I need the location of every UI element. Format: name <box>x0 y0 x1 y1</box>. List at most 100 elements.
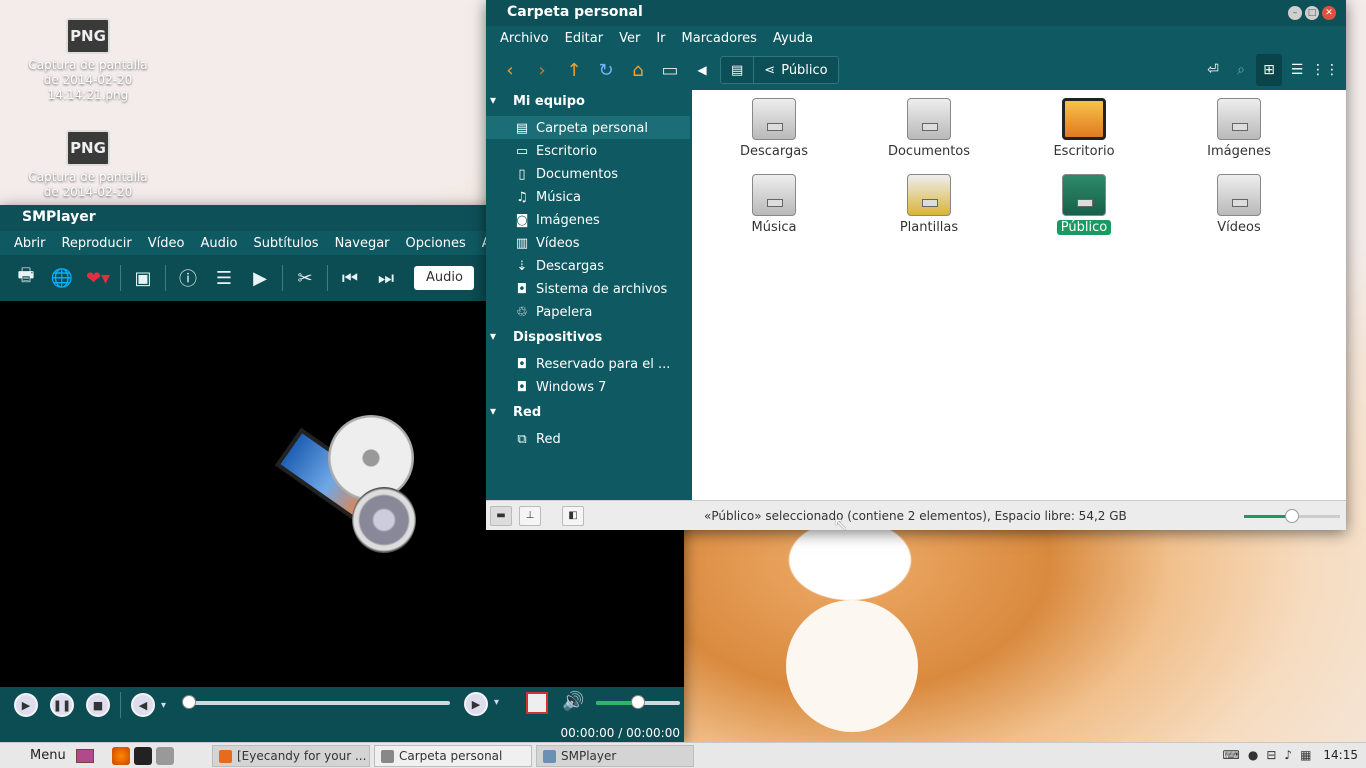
preferences-icon[interactable]: ✂ <box>287 263 323 293</box>
terminal-icon[interactable] <box>134 746 152 765</box>
youtube-icon[interactable]: ▶ <box>242 263 278 293</box>
menu-ayuda[interactable]: Ayuda <box>765 31 821 46</box>
zoom-handle[interactable] <box>1285 509 1299 523</box>
task-smplayer[interactable]: SMPlayer <box>536 745 694 767</box>
user-icon[interactable]: ● <box>1248 748 1258 762</box>
computer-icon[interactable]: ▭ <box>654 55 686 85</box>
icon-view-icon[interactable]: ⊞ <box>1256 54 1282 86</box>
volume-handle[interactable] <box>631 695 645 709</box>
rewind-menu-icon[interactable]: ▾ <box>161 700 166 711</box>
file-item-videos[interactable]: Vídeos <box>1179 174 1299 235</box>
search-icon[interactable]: ⌕ <box>1228 54 1254 86</box>
task-carpeta-personal[interactable]: Carpeta personal <box>374 745 532 767</box>
sidebar-item-papelera[interactable]: ♲ Papelera <box>486 300 690 323</box>
sidebar-item-windows-7[interactable]: ◘ Windows 7 <box>486 375 690 398</box>
keyboard-icon[interactable]: ⌨ <box>1223 748 1240 762</box>
path-public[interactable]: ⋖ Público <box>753 57 837 83</box>
audio-track-combo[interactable]: Audio <box>414 266 474 290</box>
seek-bar[interactable] <box>186 701 450 705</box>
menu-marcadores[interactable]: Marcadores <box>674 31 765 46</box>
fullscreen-icon[interactable] <box>526 692 548 714</box>
next-icon[interactable]: ⏭ <box>368 263 404 293</box>
file-item-plantillas[interactable]: Plantillas <box>869 174 989 235</box>
close-icon[interactable]: ✕ <box>1322 6 1336 20</box>
info-icon[interactable]: ⓘ <box>170 263 206 293</box>
desktop-file-2[interactable]: PNG Captura de pantalla de 2014-02-20 <box>28 130 148 200</box>
desktop-file-1[interactable]: PNG Captura de pantalla de 2014-02-20 14… <box>28 18 148 103</box>
menu-audio[interactable]: Audio <box>192 236 245 251</box>
sidebar-item-carpeta-personal[interactable]: ▤ Carpeta personal <box>486 116 690 139</box>
sidebar-section-red[interactable]: Red <box>486 401 690 427</box>
sidebar-item-red[interactable]: ⧉ Red <box>486 427 690 450</box>
path-home-icon[interactable]: ▤ <box>721 57 753 83</box>
back-icon[interactable]: ‹ <box>494 55 526 85</box>
sidebar-section-dispositivos[interactable]: Dispositivos <box>486 326 690 352</box>
sidebar-item-videos[interactable]: ▥ Vídeos <box>486 231 690 254</box>
display-icon[interactable]: ▦ <box>1300 748 1311 762</box>
sidebar-toggle-icon[interactable]: ◧ <box>562 506 584 526</box>
list-view-icon[interactable]: ☰ <box>1284 54 1310 86</box>
places-toggle-icon[interactable]: ▬ <box>490 506 512 526</box>
playlist-icon[interactable]: ☰ <box>206 263 242 293</box>
rewind-icon[interactable]: ◀ <box>131 693 155 717</box>
menu-reproducir[interactable]: Reproducir <box>53 236 139 251</box>
stop-icon[interactable]: ■ <box>86 693 110 717</box>
menu-navegar[interactable]: Navegar <box>327 236 398 251</box>
menu-subtitulos[interactable]: Subtítulos <box>245 236 326 251</box>
play-icon[interactable]: ▶ <box>14 693 38 717</box>
favorites-icon[interactable]: ❤▾ <box>80 263 116 293</box>
documents-folder-icon <box>907 98 951 140</box>
sidebar-item-reservado[interactable]: ◘ Reservado para el ... <box>486 352 690 375</box>
file-manager-window[interactable]: Carpeta personal – □ ✕ Archivo Editar Ve… <box>486 0 1346 530</box>
seek-handle[interactable] <box>182 695 196 709</box>
file-item-descargas[interactable]: Descargas <box>714 98 834 159</box>
sidebar-item-musica[interactable]: ♫ Música <box>486 185 690 208</box>
sidebar-item-sistema-de-archivos[interactable]: ◘ Sistema de archivos <box>486 277 690 300</box>
up-icon[interactable]: ↑ <box>558 55 590 85</box>
menu-editar[interactable]: Editar <box>557 31 612 46</box>
fm-title[interactable]: Carpeta personal <box>486 0 1346 26</box>
menu-ver[interactable]: Ver <box>611 31 648 46</box>
menu-abrir[interactable]: Abrir <box>6 236 53 251</box>
menu-video[interactable]: Vídeo <box>140 236 193 251</box>
network-icon[interactable]: ⊟ <box>1266 748 1276 762</box>
forward-menu-icon[interactable]: ▾ <box>494 697 499 708</box>
sidebar-item-documentos[interactable]: ▯ Documentos <box>486 162 690 185</box>
volume-icon[interactable]: 🔊 <box>562 691 584 712</box>
volume-icon[interactable]: ♪ <box>1284 748 1292 762</box>
clock[interactable]: 14:15 <box>1323 748 1358 762</box>
firefox-icon[interactable] <box>112 746 130 765</box>
start-menu-button[interactable]: Menu <box>0 743 106 768</box>
menu-opciones[interactable]: Opciones <box>398 236 474 251</box>
file-item-publico[interactable]: Público <box>1024 174 1144 235</box>
menu-ir[interactable]: Ir <box>648 31 673 46</box>
compact-view-icon[interactable]: ⋮⋮ <box>1311 54 1339 86</box>
sidebar-item-descargas[interactable]: ⇣ Descargas <box>486 254 690 277</box>
path-left-icon[interactable]: ◀ <box>686 55 718 85</box>
pause-icon[interactable]: ❚❚ <box>50 693 74 717</box>
sidebar-section-mi-equipo[interactable]: Mi equipo <box>486 90 690 116</box>
tree-toggle-icon[interactable]: ⊥ <box>519 506 541 526</box>
files-icon[interactable] <box>156 746 174 765</box>
menu-archivo[interactable]: Archivo <box>492 31 557 46</box>
minimize-icon[interactable]: – <box>1288 6 1302 20</box>
sidebar-item-escritorio[interactable]: ▭ Escritorio <box>486 139 690 162</box>
task-firefox[interactable]: [Eyecandy for your ... <box>212 745 370 767</box>
file-item-documentos[interactable]: Documentos <box>869 98 989 159</box>
forward-icon[interactable]: ▶ <box>464 692 488 716</box>
terminal-icon[interactable]: ⏎ <box>1200 54 1226 86</box>
file-item-musica[interactable]: Música <box>714 174 834 235</box>
previous-icon[interactable]: ⏮ <box>332 263 368 293</box>
open-url-icon[interactable]: 🌐 <box>44 263 80 293</box>
maximize-icon[interactable]: □ <box>1305 6 1319 20</box>
open-file-icon[interactable]: 🖶 <box>8 263 44 293</box>
file-view[interactable]: Descargas Documentos Escritorio Imágenes… <box>692 90 1346 500</box>
file-item-imagenes[interactable]: Imágenes <box>1179 98 1299 159</box>
file-item-escritorio[interactable]: Escritorio <box>1024 98 1144 159</box>
sidebar-item-imagenes[interactable]: ◙ Imágenes <box>486 208 690 231</box>
file-label: Documentos <box>887 144 971 159</box>
forward-icon[interactable]: › <box>526 55 558 85</box>
screenshot-icon[interactable]: ▣ <box>125 263 161 293</box>
reload-icon[interactable]: ↻ <box>590 55 622 85</box>
home-icon[interactable]: ⌂ <box>622 55 654 85</box>
